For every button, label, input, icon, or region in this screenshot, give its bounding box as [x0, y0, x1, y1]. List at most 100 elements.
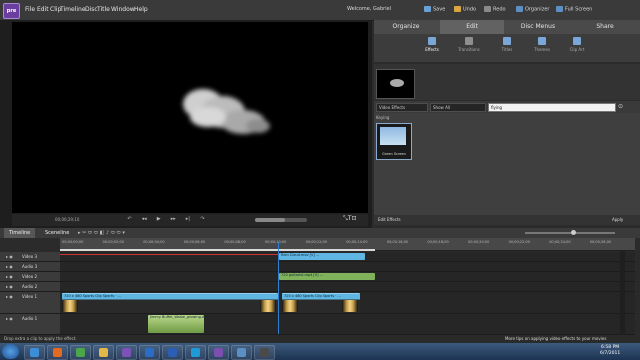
menu-edit[interactable]: Edit: [37, 6, 49, 13]
video-clip[interactable]: 720 x 480 Sports Clip Sports · ...: [62, 293, 278, 313]
fullscreen-label: Full Screen: [565, 6, 593, 13]
fullscreen-button[interactable]: Full Screen: [556, 6, 592, 13]
redo-button[interactable]: Redo: [484, 6, 506, 13]
taskbar-app-media[interactable]: [116, 345, 137, 360]
transitions-label: Transitions: [458, 47, 480, 52]
track-header[interactable]: ▸ ◉ Video 2: [0, 272, 60, 282]
tips-link[interactable]: More tips on applying video effects to y…: [505, 336, 606, 341]
themes-button[interactable]: Themes: [529, 37, 555, 52]
fast-forward-icon[interactable]: ▸▸: [169, 216, 178, 223]
visibility-icon[interactable]: ▸ ◉: [6, 316, 13, 321]
chrome-icon: [76, 348, 85, 357]
ie-icon: [30, 348, 39, 357]
work-area-bar[interactable]: [60, 249, 375, 251]
ruler-tick: 00;00;00;00: [62, 240, 84, 244]
ruler-tick: 00;00;12;00: [305, 240, 327, 244]
visibility-icon[interactable]: ▸ ◉: [6, 254, 13, 259]
track-header[interactable]: ▸ ◉ Video 3: [0, 252, 60, 262]
system-clock[interactable]: 6:58 PM 6/7/2011: [600, 345, 620, 357]
effects-button[interactable]: Effects: [419, 37, 445, 52]
mediaplayer-icon: [260, 348, 269, 357]
clip-art-button[interactable]: Clip Art: [564, 37, 590, 52]
track-header[interactable]: ▸ ◉ Audio 1: [0, 314, 60, 335]
zoom-slider-knob[interactable]: [571, 230, 576, 235]
play-icon[interactable]: ▶: [154, 216, 163, 223]
track-lane[interactable]: [60, 262, 635, 272]
track-name: Audio 3: [22, 264, 38, 269]
step-forward-icon[interactable]: ▸|: [183, 216, 192, 223]
ruler-tick: 00;00;26;00: [589, 240, 612, 244]
tab-share[interactable]: Share: [572, 20, 638, 34]
outlook-icon: [145, 348, 154, 357]
taskbar-app-outlook[interactable]: [139, 345, 160, 360]
themes-label: Themes: [534, 47, 550, 52]
track-lane[interactable]: [60, 314, 635, 335]
taskbar-app-mediaplayer[interactable]: [254, 345, 275, 360]
category-dropdown[interactable]: Video Effects: [376, 103, 428, 112]
taskbar-app-folder[interactable]: [93, 345, 114, 360]
zoom-slider[interactable]: [525, 232, 615, 234]
visibility-icon[interactable]: ▸ ◉: [6, 284, 13, 289]
menu-window[interactable]: Window: [111, 6, 135, 13]
visibility-icon[interactable]: ▸ ◉: [6, 264, 13, 269]
menu-file[interactable]: File: [25, 6, 35, 13]
start-button[interactable]: [2, 344, 19, 359]
track-header[interactable]: ▸ ◉ Audio 2: [0, 282, 60, 292]
effects-label: Effects: [425, 47, 439, 52]
audio-clip[interactable]: Jimmy Buffet_Waste_growing.wav: [148, 315, 204, 333]
timeline-tools[interactable]: ▸ ✂ ⬭ ⬭ ◧ ♪ ⬭ ⬭ ▾: [78, 230, 125, 236]
scrub-bar-fill: [255, 218, 285, 222]
undo-label: Undo: [463, 6, 477, 13]
edit-effects-button[interactable]: Edit Effects: [378, 217, 401, 222]
search-icon[interactable]: ⊙: [618, 103, 623, 110]
transitions-button[interactable]: Transitions: [456, 37, 482, 52]
playhead[interactable]: [278, 242, 279, 334]
apply-button[interactable]: Apply: [612, 217, 623, 222]
menu-help[interactable]: Help: [134, 6, 148, 13]
effect-preview: [376, 69, 415, 99]
app-logo-icon: pre: [3, 3, 20, 19]
taskbar-app-word[interactable]: [162, 345, 183, 360]
organizer-button[interactable]: Organizer: [516, 6, 549, 13]
taskbar-app-premiere[interactable]: [208, 345, 229, 360]
video-clip[interactable]: 720 guitarist.mp4 [V] ...: [279, 273, 375, 280]
taskbar-app-chrome[interactable]: [70, 345, 91, 360]
transitions-icon: [465, 37, 473, 45]
menu-title[interactable]: Title: [97, 6, 110, 13]
taskbar-app-photos[interactable]: [231, 345, 252, 360]
tab-sceneline[interactable]: Sceneline: [40, 228, 74, 238]
track-header[interactable]: ▸ ◉ Video 1: [0, 292, 60, 314]
taskbar-app-skype[interactable]: [185, 345, 206, 360]
show-dropdown[interactable]: Show All: [430, 103, 486, 112]
video-clip[interactable]: Rain Cloud.mov [V] ...: [279, 253, 365, 260]
tab-timeline[interactable]: Timeline: [4, 228, 36, 238]
photos-icon: [237, 348, 246, 357]
tab-organize[interactable]: Organize: [374, 20, 438, 34]
visibility-icon[interactable]: ▸ ◉: [6, 274, 13, 279]
rewind-icon[interactable]: ◂◂: [140, 216, 149, 223]
track-header[interactable]: ▸ ◉ Audio 3: [0, 262, 60, 272]
step-back-icon[interactable]: ↶: [125, 216, 134, 223]
fullscreen-icon: [556, 6, 563, 12]
loop-icon[interactable]: ↷: [198, 216, 207, 223]
render-line: [60, 254, 278, 255]
themes-icon: [538, 37, 546, 45]
title-tools[interactable]: ⤡T⊡: [343, 215, 357, 223]
premiere-icon: [214, 348, 223, 357]
menu-disc[interactable]: Disc: [85, 6, 98, 13]
undo-button[interactable]: Undo: [454, 6, 476, 13]
effect-name: Green Screen: [382, 152, 406, 156]
visibility-icon[interactable]: ▸ ◉: [6, 294, 13, 299]
track-name: Video 1: [22, 294, 38, 299]
tab-disc-menus[interactable]: Disc Menus: [506, 20, 570, 34]
timeline-scrollbar[interactable]: [620, 251, 625, 335]
save-button[interactable]: Save: [424, 6, 445, 13]
effect-search-input[interactable]: flying: [488, 103, 616, 112]
taskbar-app-ie[interactable]: [24, 345, 45, 360]
track-lane[interactable]: [60, 282, 635, 292]
tab-edit[interactable]: Edit: [440, 20, 504, 34]
menu-timeline[interactable]: Timeline: [60, 6, 86, 13]
taskbar-app-firefox[interactable]: [47, 345, 68, 360]
redo-label: Redo: [493, 6, 506, 13]
titles-button[interactable]: Titles: [494, 37, 520, 52]
